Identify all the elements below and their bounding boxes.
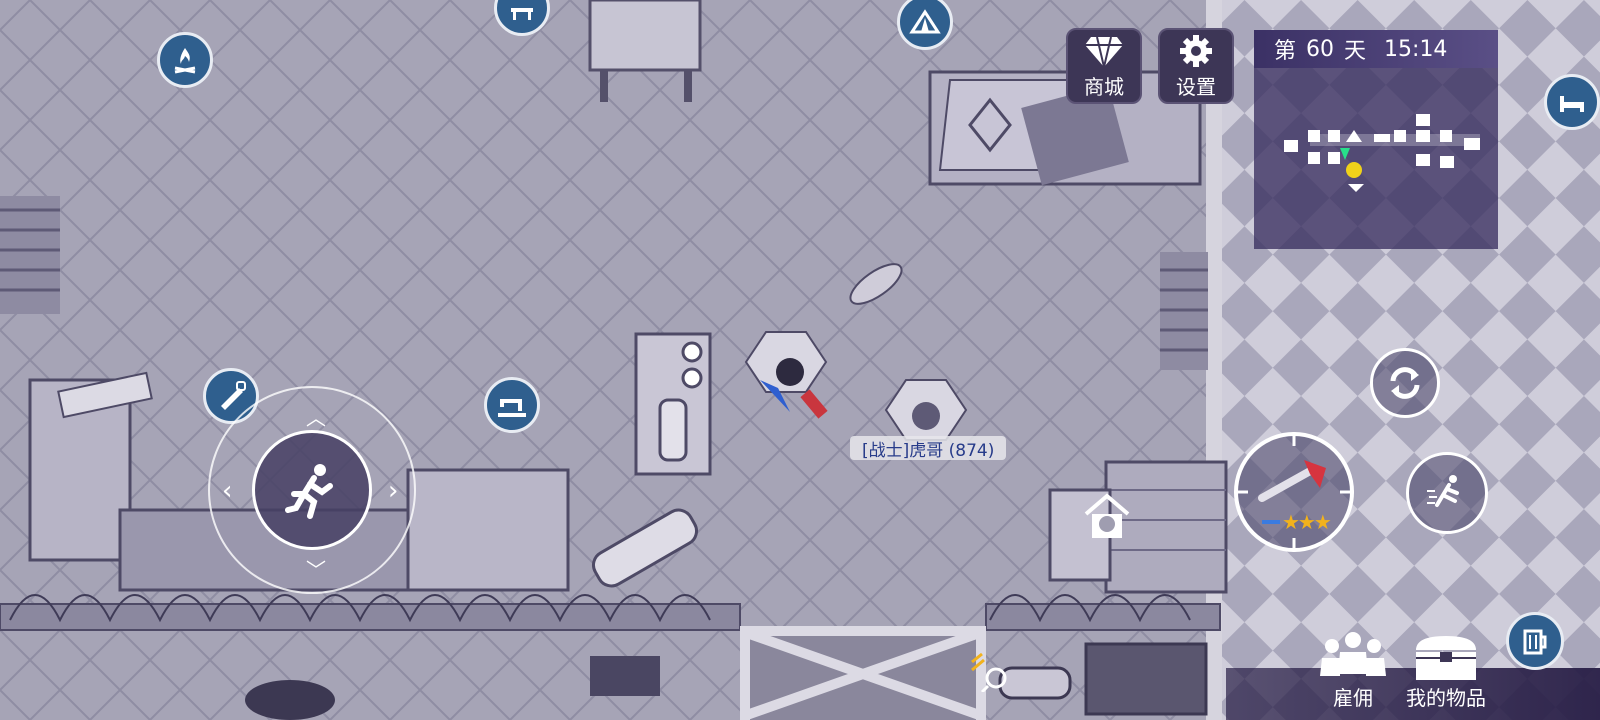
diamond-icon bbox=[1085, 36, 1123, 67]
treasure-chest-icon bbox=[1416, 636, 1476, 680]
my-items-button[interactable]: 我的物品 bbox=[1406, 632, 1486, 716]
joystick-knob[interactable] bbox=[252, 430, 372, 550]
day-number: 60 bbox=[1306, 36, 1335, 62]
my-items-label: 我的物品 bbox=[1406, 686, 1486, 710]
joystick-arrow-down-icon: ﹀ bbox=[306, 558, 326, 582]
joystick-arrow-left-icon: ‹ bbox=[222, 476, 233, 506]
settings-label: 设置 bbox=[1176, 74, 1216, 99]
switch-weapon-button[interactable] bbox=[1370, 348, 1440, 418]
fire-axe-icon bbox=[1258, 460, 1326, 502]
weapon-stars: ★★★ bbox=[1282, 510, 1332, 534]
people-group-icon bbox=[1320, 632, 1386, 676]
hire-button[interactable]: 雇佣 bbox=[1318, 630, 1388, 716]
attack-button[interactable]: ★★★ bbox=[1234, 432, 1354, 552]
bed-icon[interactable] bbox=[1544, 74, 1600, 130]
running-man-icon bbox=[285, 464, 333, 519]
campfire-icon[interactable] bbox=[157, 32, 213, 88]
hire-label: 雇佣 bbox=[1333, 686, 1373, 710]
beer-mug-icon[interactable] bbox=[1506, 612, 1564, 670]
gear-icon bbox=[1180, 34, 1212, 67]
refresh-icon bbox=[1390, 367, 1420, 399]
sprint-icon bbox=[1427, 475, 1459, 507]
dog-house-icon[interactable] bbox=[1082, 492, 1132, 542]
sprint-button[interactable] bbox=[1406, 452, 1488, 534]
settings-button[interactable]: 设置 bbox=[1158, 28, 1234, 104]
day-time-bar: 第 60 天 15:14 bbox=[1254, 30, 1498, 68]
day-suffix: 天 bbox=[1344, 39, 1367, 64]
movement-joystick[interactable]: ︿ ﹀ ‹ › bbox=[208, 386, 416, 594]
weapon-durability-bar bbox=[1262, 520, 1280, 524]
day-prefix: 第 bbox=[1274, 39, 1297, 64]
game-clock: 15:14 bbox=[1384, 36, 1448, 62]
joystick-arrow-up-icon: ︿ bbox=[306, 406, 326, 430]
sewing-machine-icon[interactable] bbox=[484, 377, 540, 433]
joystick-arrow-right-icon: › bbox=[388, 476, 399, 506]
shop-button[interactable]: 商城 bbox=[1066, 28, 1142, 104]
shop-label: 商城 bbox=[1084, 74, 1124, 99]
zoom-search-icon[interactable] bbox=[968, 650, 1010, 694]
player-name-tag: [战士]虎哥 (874) bbox=[850, 436, 1007, 461]
